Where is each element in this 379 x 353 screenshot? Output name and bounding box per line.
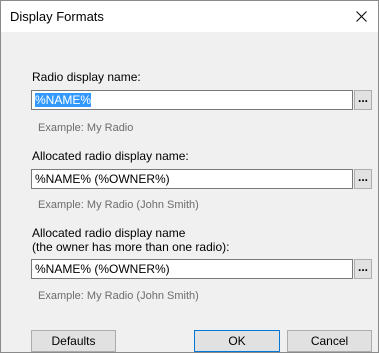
- multi-radio-display-name-example: Example: My Radio (John Smith): [38, 290, 199, 302]
- close-button[interactable]: [344, 1, 378, 32]
- multi-radio-display-name-browse-button[interactable]: ...: [354, 259, 372, 279]
- radio-display-name-browse-button[interactable]: ...: [354, 90, 372, 110]
- radio-display-name-example: Example: My Radio: [38, 122, 134, 134]
- radio-display-name-row: %NAME% ...: [31, 90, 372, 110]
- defaults-button[interactable]: Defaults: [31, 330, 116, 352]
- allocated-display-name-row: %NAME% (%OWNER%) ...: [31, 169, 372, 189]
- cancel-button[interactable]: Cancel: [287, 330, 372, 352]
- display-formats-dialog: Display Formats Radio display name: %NAM…: [0, 0, 379, 353]
- radio-display-name-label: Radio display name:: [32, 70, 141, 84]
- allocated-display-name-input[interactable]: %NAME% (%OWNER%): [31, 169, 353, 189]
- multi-radio-display-name-row: %NAME% (%OWNER%) ...: [31, 259, 372, 279]
- radio-display-name-input[interactable]: %NAME%: [31, 90, 353, 110]
- dialog-title: Display Formats: [10, 9, 104, 24]
- selected-text: %NAME%: [35, 93, 92, 107]
- allocated-display-name-label: Allocated radio display name:: [32, 149, 189, 163]
- multi-radio-display-name-label-line2: (the owner has more than one radio):: [32, 240, 230, 254]
- multi-radio-display-name-label-line1: Allocated radio display name: [32, 226, 186, 240]
- title-bar: Display Formats: [1, 1, 378, 32]
- close-icon: [355, 11, 367, 22]
- multi-radio-display-name-input[interactable]: %NAME% (%OWNER%): [31, 259, 353, 279]
- ok-button[interactable]: OK: [194, 330, 280, 352]
- allocated-display-name-browse-button[interactable]: ...: [354, 169, 372, 189]
- allocated-display-name-example: Example: My Radio (John Smith): [38, 199, 199, 211]
